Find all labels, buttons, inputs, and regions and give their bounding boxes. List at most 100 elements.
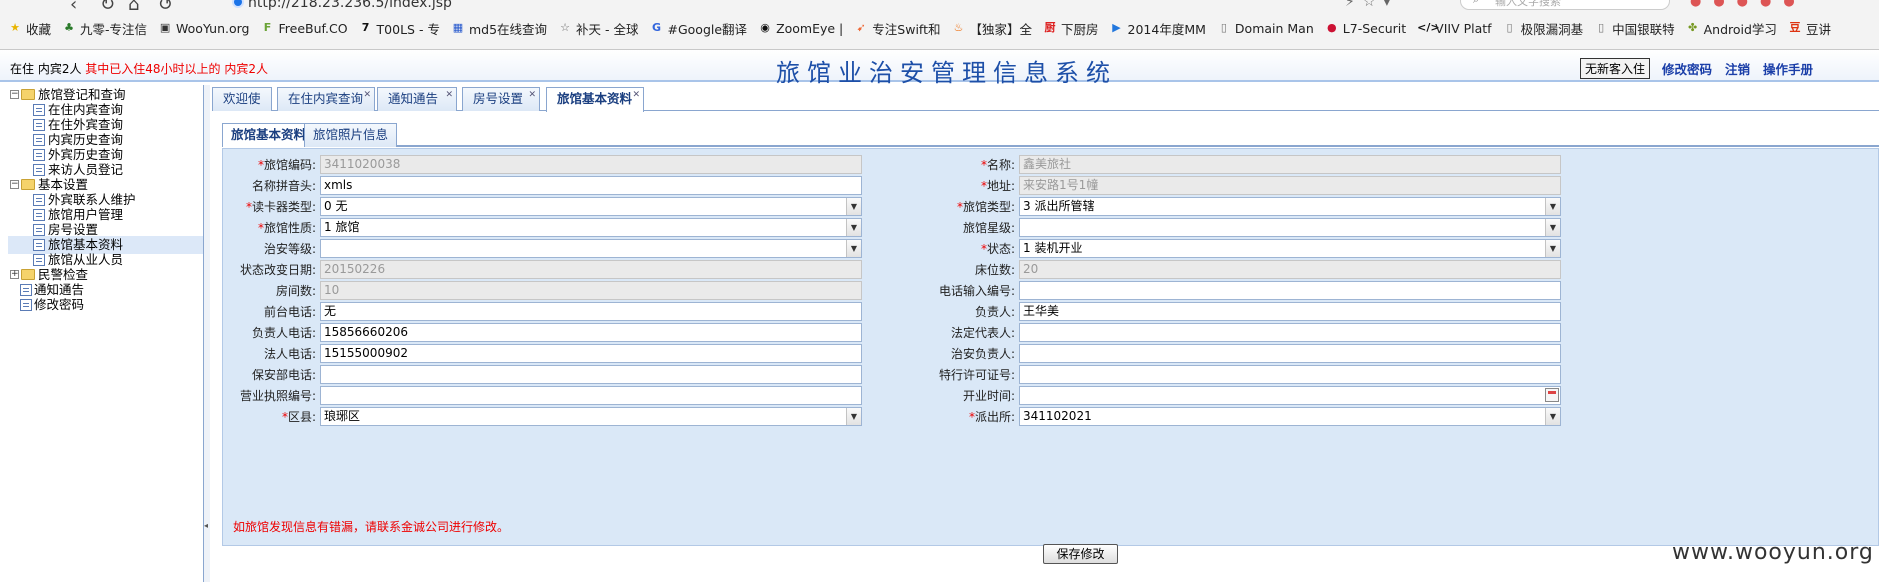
bookmark-item[interactable]: G #Google翻译 xyxy=(650,19,747,38)
logout-link[interactable]: 注销 xyxy=(1725,59,1750,78)
bookmark-item[interactable]: ➹ 专注Swift和 xyxy=(854,19,941,38)
bookmark-item[interactable]: ▦ md5在线查询 xyxy=(451,19,547,38)
tab-item[interactable]: 旅馆基本资料 ✕ xyxy=(546,87,644,112)
field-label: 营业执照编号: xyxy=(206,387,316,405)
save-button[interactable]: 保存修改 xyxy=(1043,544,1118,564)
chevron-down-icon[interactable]: ▼ xyxy=(1545,219,1560,236)
tab-item[interactable]: 欢迎使用 xyxy=(212,87,272,128)
manual-link[interactable]: 操作手册 xyxy=(1763,59,1813,78)
select-field[interactable]: 1 旅馆 ▼ xyxy=(320,218,862,237)
field-label-text: 旅馆性质: xyxy=(263,221,316,235)
collapse-icon[interactable]: ◂ xyxy=(204,521,208,530)
app-header: 在住 内宾2人 其中已入住48小时以上的 内宾2人 旅馆业治安管理信息系统 无新… xyxy=(0,50,1879,87)
field-value: 20 xyxy=(1023,262,1039,276)
text-field[interactable] xyxy=(1019,344,1561,363)
address-tools-icon[interactable]: ⚡☆▾ xyxy=(1345,0,1398,10)
subtab-item[interactable]: 旅馆基本资料 xyxy=(222,123,316,147)
change-password-link[interactable]: 修改密码 xyxy=(1662,59,1712,78)
tab-label: 房号设置 xyxy=(473,91,524,106)
search-input[interactable]: ⌕输入文字搜索 xyxy=(1460,0,1670,10)
guest-status: 在住 内宾2人 其中已入住48小时以上的 内宾2人 xyxy=(10,60,268,77)
extension-icons[interactable]: ●●●●● xyxy=(1690,0,1807,9)
field-label: 前台电话: xyxy=(206,303,316,321)
undo-icon[interactable]: ↺ xyxy=(158,0,173,15)
sidebar-item[interactable]: 修改密码 xyxy=(8,296,203,314)
select-field[interactable]: 341102021 ▼ xyxy=(1019,407,1561,426)
chevron-down-icon[interactable]: ▼ xyxy=(846,240,861,257)
calendar-icon[interactable] xyxy=(1545,388,1559,402)
home-icon[interactable]: ⌂ xyxy=(128,0,139,15)
chevron-down-icon[interactable]: ▼ xyxy=(1545,408,1560,425)
text-field[interactable]: 15856660206 xyxy=(320,323,862,342)
chevron-down-icon[interactable]: ▼ xyxy=(1545,240,1560,257)
bookmark-item[interactable]: ▣ WooYun.org xyxy=(158,21,250,36)
bookmark-item[interactable]: F FreeBuf.CO xyxy=(260,21,348,36)
tab-close-icon[interactable]: ✕ xyxy=(632,84,640,106)
text-field[interactable] xyxy=(1019,281,1561,300)
bookmark-label: 中国银联特 xyxy=(1612,21,1675,37)
expand-toggle-icon[interactable]: − xyxy=(10,180,19,189)
flame-icon: ♨ xyxy=(953,21,964,34)
chevron-down-icon[interactable]: ▼ xyxy=(1545,198,1560,215)
select-field[interactable]: ▼ xyxy=(1019,218,1561,237)
bookmark-item[interactable]: ▯ Domain Man xyxy=(1217,21,1314,36)
bookmark-item[interactable]: ▶ 2014年度MM xyxy=(1110,19,1206,38)
douban-icon: 豆 xyxy=(1789,21,1801,34)
bookmark-item[interactable]: 豆豆讲 xyxy=(1788,19,1831,38)
select-field[interactable]: 3 派出所管辖 ▼ xyxy=(1019,197,1561,216)
translate-icon: G xyxy=(651,21,662,34)
bookmark-item[interactable]: ✤ Android学习 xyxy=(1686,19,1777,38)
tab-close-icon[interactable]: ✕ xyxy=(445,84,453,106)
bookmark-item[interactable]: ▯ 中国银联特 xyxy=(1594,19,1675,38)
url-field[interactable]: http://218.23.236.5/index.jsp xyxy=(248,0,452,11)
bookmark-item[interactable]: ☆ 补天 - 全球 xyxy=(558,19,638,38)
guest-count: 在住 内宾2人 xyxy=(10,62,82,76)
bookmark-item[interactable]: ★ 收藏 xyxy=(8,19,51,38)
field-label-text: 前台电话: xyxy=(263,305,316,319)
bookmark-label: Android学习 xyxy=(1703,21,1777,37)
expand-toggle-icon[interactable]: + xyxy=(10,270,19,279)
chevron-down-icon[interactable]: ▼ xyxy=(846,408,861,425)
select-field[interactable]: 琅琊区 ▼ xyxy=(320,407,862,426)
field-label-text: 治安负责人: xyxy=(950,347,1015,361)
bookmark-item[interactable]: ◉ ZoomEye | xyxy=(758,21,843,36)
bookmark-item[interactable]: ▯ 极限漏洞基 xyxy=(1503,19,1584,38)
text-field[interactable]: xmls xyxy=(320,176,862,195)
page-icon xyxy=(20,299,32,311)
field-label-text: 区县: xyxy=(287,410,316,424)
expand-toggle-icon[interactable]: − xyxy=(10,90,19,99)
back-icon[interactable]: ‹ xyxy=(70,0,77,15)
chevron-down-icon[interactable]: ▼ xyxy=(846,198,861,215)
text-field[interactable] xyxy=(320,386,862,405)
text-field[interactable]: 无 xyxy=(320,302,862,321)
reload-icon[interactable]: ↻ xyxy=(100,0,115,15)
select-field[interactable]: ▼ xyxy=(320,239,862,258)
page-icon: ▯ xyxy=(1598,21,1605,34)
bookmark-item[interactable]: 厨下厨房 xyxy=(1043,19,1099,38)
bookmark-item[interactable]: 7 T00LS - 专 xyxy=(359,19,440,38)
tab-item[interactable]: 在住内宾查询 ✕ xyxy=(277,87,375,111)
bookmark-item[interactable]: ● L7-Securit xyxy=(1325,21,1406,36)
text-field[interactable]: 15155000902 xyxy=(320,344,862,363)
select-field[interactable]: 0 无 ▼ xyxy=(320,197,862,216)
tab-close-icon[interactable]: ✕ xyxy=(363,84,371,106)
subtab-item[interactable]: 旅馆照片信息 xyxy=(304,123,398,147)
text-field[interactable]: 王华美 xyxy=(1019,302,1561,321)
tab-close-icon[interactable]: ✕ xyxy=(528,84,536,106)
text-field[interactable] xyxy=(320,365,862,384)
bookmark-item[interactable]: </> VIIV Platf xyxy=(1417,21,1491,36)
bookmark-item[interactable]: ♨ 【独家】全 xyxy=(952,19,1032,38)
tab-item[interactable]: 房号设置 ✕ xyxy=(462,87,540,111)
chevron-down-icon[interactable]: ▼ xyxy=(846,219,861,236)
text-field[interactable] xyxy=(1019,323,1561,342)
bookmark-item[interactable]: ♣ 九零-专注信 xyxy=(62,19,147,38)
text-field[interactable] xyxy=(1019,365,1561,384)
select-field[interactable]: 1 装机开业 ▼ xyxy=(1019,239,1561,258)
field-label-text: 派出所: xyxy=(974,410,1015,424)
text-field: 鑫美旅社 xyxy=(1019,155,1561,174)
text-field: 20 xyxy=(1019,260,1561,279)
tab-item[interactable]: 通知通告 ✕ xyxy=(377,87,457,111)
new-checkin-button[interactable]: 无新客入住 xyxy=(1580,58,1651,79)
field-label-text: 旅馆编码: xyxy=(263,158,316,172)
text-field[interactable] xyxy=(1019,386,1561,405)
